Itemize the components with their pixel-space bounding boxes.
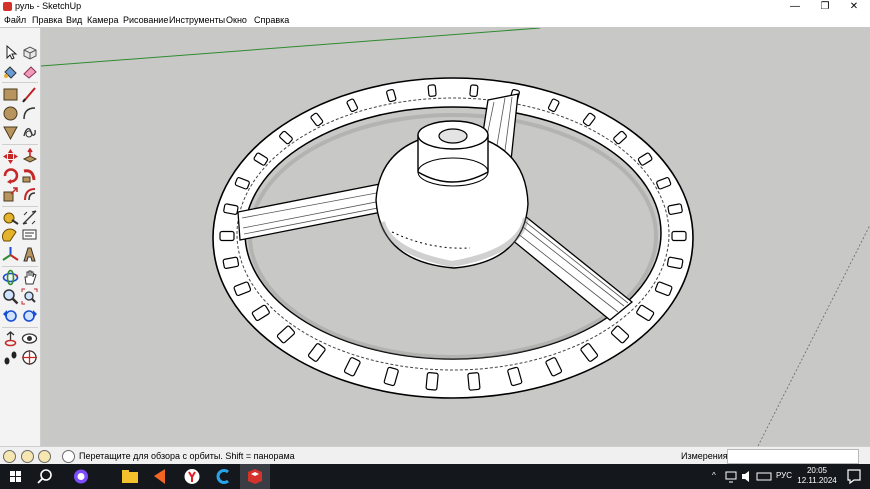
measurements-input[interactable]	[727, 449, 859, 464]
keyboard-icon[interactable]	[756, 466, 772, 487]
grip-bump	[222, 256, 240, 270]
notifications-icon[interactable]	[843, 466, 865, 487]
toolbar-divider	[2, 266, 38, 267]
geo-location-icon[interactable]	[3, 450, 16, 463]
offset-icon[interactable]	[21, 186, 38, 203]
zoom-icon[interactable]	[2, 288, 19, 305]
yandex-browser-icon[interactable]	[181, 466, 203, 487]
title-bar: руль - SketchUp — ❐ ✕	[0, 0, 870, 13]
grip-bump	[467, 372, 481, 391]
red-axis-dotted-line	[757, 224, 870, 446]
measurements-label: Измерения	[681, 451, 728, 461]
taskbar-clock[interactable]: 20:05 12.11.2024	[796, 466, 838, 486]
file-explorer-icon[interactable]	[119, 466, 141, 487]
make-component-icon[interactable]	[21, 44, 38, 61]
viewport-canvas[interactable]	[41, 28, 870, 446]
grip-bump	[666, 256, 684, 270]
tape-measure-icon[interactable]	[2, 209, 19, 226]
menu-edit[interactable]: Правка	[32, 15, 62, 25]
clock-date: 12.11.2024	[797, 476, 837, 485]
toolbar-divider	[2, 82, 38, 83]
sketchup-taskbar-icon[interactable]	[244, 466, 266, 487]
section-plane-icon[interactable]	[21, 349, 38, 366]
zoom-extents-icon[interactable]	[21, 288, 38, 305]
model-viewport[interactable]	[41, 28, 870, 446]
paint-bucket-icon[interactable]	[2, 63, 19, 80]
search-icon[interactable]	[34, 466, 56, 487]
text-icon[interactable]	[21, 227, 38, 244]
minimize-button[interactable]: —	[781, 0, 809, 13]
sketchup-icon	[3, 2, 12, 11]
steering-wheel-model[interactable]	[212, 77, 694, 399]
ccleaner-icon[interactable]	[212, 466, 234, 487]
menu-help[interactable]: Справка	[254, 15, 289, 25]
menu-draw[interactable]: Рисование	[123, 15, 168, 25]
next-view-icon[interactable]	[21, 307, 38, 324]
menu-bar: Файл Правка Вид Камера Рисование Инструм…	[0, 14, 870, 27]
menu-camera[interactable]: Камера	[87, 15, 118, 25]
rectangle-icon[interactable]	[2, 86, 19, 103]
menu-view[interactable]: Вид	[66, 15, 82, 25]
clock-time: 20:05	[806, 466, 828, 475]
window-title: руль - SketchUp	[15, 1, 82, 11]
menu-file[interactable]: Файл	[4, 15, 26, 25]
walk-icon[interactable]	[2, 349, 19, 366]
credits-icon[interactable]	[21, 450, 34, 463]
freehand-icon[interactable]	[21, 124, 38, 141]
look-around-icon[interactable]	[21, 330, 38, 347]
windows-taskbar: ^ РУС 20:05 12.11.2024	[0, 464, 870, 489]
help-icon[interactable]	[62, 450, 75, 463]
grip-bump	[425, 372, 439, 391]
windows-start-icon[interactable]	[4, 466, 26, 487]
move-icon[interactable]	[2, 148, 19, 165]
tool-palette	[0, 28, 41, 446]
3d-text-icon[interactable]	[21, 246, 38, 263]
eraser-icon[interactable]	[21, 63, 38, 80]
select-icon[interactable]	[2, 44, 19, 61]
grip-bump	[219, 230, 235, 242]
grip-bump	[223, 203, 239, 215]
toolbar-divider	[2, 327, 38, 328]
orbit-icon[interactable]	[2, 269, 19, 286]
previous-view-icon[interactable]	[2, 307, 19, 324]
close-button[interactable]: ✕	[840, 0, 868, 13]
language-indicator[interactable]: РУС	[776, 471, 792, 480]
arc-icon[interactable]	[21, 105, 38, 122]
status-bar: Перетащите для обзора с орбиты. Shift = …	[0, 446, 870, 465]
circle-icon[interactable]	[2, 105, 19, 122]
axes-icon[interactable]	[2, 246, 19, 263]
toolbar-divider	[2, 206, 38, 207]
rotate-icon[interactable]	[2, 167, 19, 184]
cortana-icon[interactable]	[70, 466, 92, 487]
pan-icon[interactable]	[21, 269, 38, 286]
protractor-icon[interactable]	[2, 227, 19, 244]
restore-button[interactable]: ❐	[811, 0, 839, 13]
media-player-icon[interactable]	[148, 466, 170, 487]
grip-bump	[427, 84, 437, 97]
dimension-icon[interactable]	[21, 209, 38, 226]
grip-bump	[469, 84, 479, 98]
push-pull-icon[interactable]	[21, 148, 38, 165]
scale-icon[interactable]	[2, 186, 19, 203]
volume-icon[interactable]	[740, 466, 754, 487]
grip-bump	[671, 230, 687, 242]
line-icon[interactable]	[21, 86, 38, 103]
green-axis-line	[41, 28, 541, 67]
user-account-icon[interactable]	[38, 450, 51, 463]
polygon-icon[interactable]	[2, 124, 19, 141]
menu-tools[interactable]: Инструменты	[169, 15, 225, 25]
menu-window[interactable]: Окно	[226, 15, 247, 25]
grip-bump	[667, 203, 683, 215]
position-camera-icon[interactable]	[2, 330, 19, 347]
network-icon[interactable]	[724, 466, 738, 487]
tray-chevron-icon[interactable]: ^	[712, 471, 716, 480]
toolbar-divider	[2, 144, 38, 145]
status-hint: Перетащите для обзора с орбиты. Shift = …	[79, 451, 295, 461]
follow-me-icon[interactable]	[21, 167, 38, 184]
